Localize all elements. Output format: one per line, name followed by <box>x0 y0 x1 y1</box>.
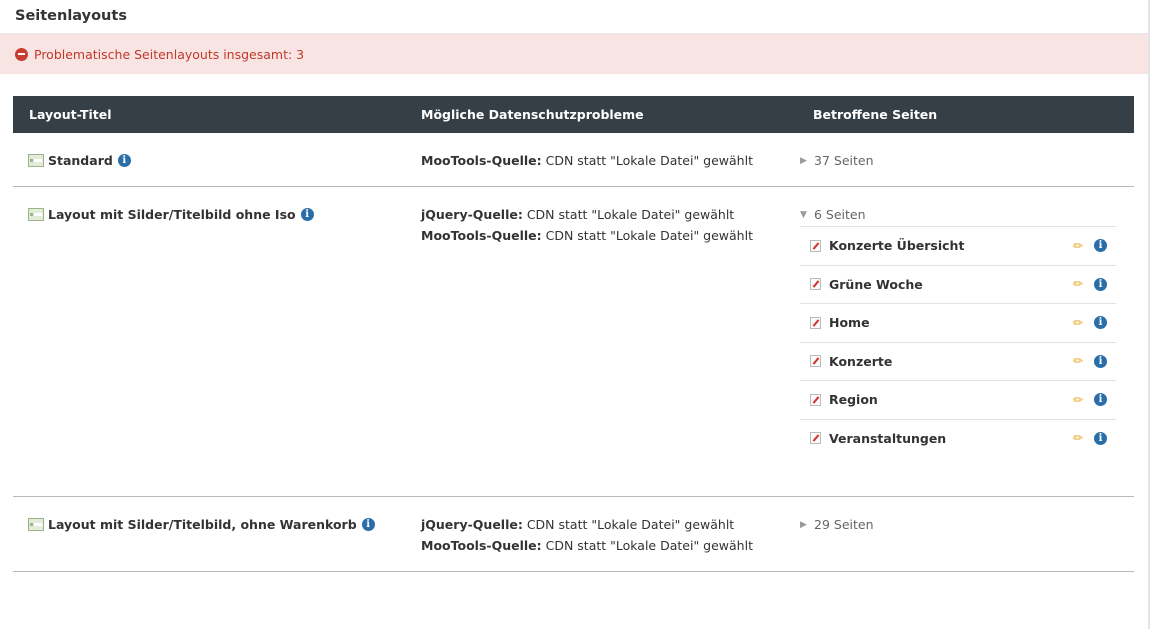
minus-circle-icon <box>15 47 28 61</box>
problem-detail: CDN statt "Lokale Datei" gewählt <box>545 538 753 553</box>
header-affected-pages: Betroffene Seiten <box>813 107 938 122</box>
page-icon <box>810 355 821 368</box>
problem-alert: Problematische Seitenlayouts insgesamt: … <box>0 34 1150 74</box>
problem-source: MooTools-Quelle: <box>421 538 542 553</box>
header-layout-title: Layout-Titel <box>29 107 112 122</box>
info-icon[interactable]: i <box>1094 316 1107 330</box>
table-row: Layout mit Silder/Titelbild, ohne Warenk… <box>13 497 1134 572</box>
page-name[interactable]: Konzerte Übersicht <box>829 238 1073 253</box>
pages-count: 6 Seiten <box>814 207 866 222</box>
affected-pages-list: Konzerte Übersicht ✏ i Grüne Woche ✏ i H… <box>800 226 1116 457</box>
info-icon[interactable]: i <box>361 518 375 531</box>
problem-line: MooTools-Quelle: CDN statt "Lokale Datei… <box>421 535 797 556</box>
pencil-icon[interactable]: ✏ <box>1073 277 1083 291</box>
problem-line: jQuery-Quelle: CDN statt "Lokale Datei" … <box>421 204 797 225</box>
page-name[interactable]: Veranstaltungen <box>829 431 1073 446</box>
alert-text: Problematische Seitenlayouts insgesamt: … <box>34 46 305 62</box>
table-header: Layout-Titel Mögliche Datenschutzproblem… <box>13 96 1134 133</box>
info-icon[interactable]: i <box>1094 239 1107 253</box>
layouts-table: Layout-Titel Mögliche Datenschutzproblem… <box>13 96 1134 572</box>
info-icon[interactable]: i <box>300 208 314 221</box>
layout-title[interactable]: Layout mit Silder/Titelbild, ohne Warenk… <box>28 517 405 532</box>
layout-icon <box>28 154 44 167</box>
info-icon[interactable]: i <box>1094 277 1107 291</box>
problem-source: MooTools-Quelle: <box>421 228 542 243</box>
pages-count: 37 Seiten <box>814 153 874 168</box>
layout-icon <box>28 208 44 221</box>
page-icon <box>810 393 821 406</box>
info-icon[interactable]: i <box>117 154 131 167</box>
page-icon <box>810 432 821 445</box>
pencil-icon[interactable]: ✏ <box>1073 316 1083 330</box>
panel-title-text: Seitenlayouts <box>15 8 127 24</box>
info-icon[interactable]: i <box>1094 431 1107 445</box>
pencil-icon[interactable]: ✏ <box>1073 354 1083 368</box>
list-item[interactable]: Home ✏ i <box>800 303 1116 342</box>
list-item[interactable]: Region ✏ i <box>800 380 1116 419</box>
page-name[interactable]: Home <box>829 315 1073 330</box>
caret-right-icon: ▶ <box>800 519 807 530</box>
pencil-icon[interactable]: ✏ <box>1073 393 1083 407</box>
layout-icon <box>28 518 44 531</box>
caret-right-icon: ▶ <box>800 155 807 166</box>
table-row: Standard i MooTools-Quelle: CDN statt "L… <box>13 133 1134 187</box>
layout-title[interactable]: Layout mit Silder/Titelbild ohne Iso i <box>28 207 405 222</box>
page-icon <box>810 316 821 329</box>
page-icon <box>810 239 821 252</box>
problem-line: MooTools-Quelle: CDN statt "Lokale Datei… <box>421 150 797 171</box>
layout-title[interactable]: Standard i <box>28 153 405 168</box>
info-icon[interactable]: i <box>1094 393 1107 407</box>
pages-toggle[interactable]: ▼ 6 Seiten <box>800 207 1134 222</box>
page-name[interactable]: Region <box>829 392 1073 407</box>
list-item[interactable]: Konzerte Übersicht ✏ i <box>800 226 1116 265</box>
page-name[interactable]: Konzerte <box>829 354 1073 369</box>
pencil-icon[interactable]: ✏ <box>1073 239 1083 253</box>
table-row: Layout mit Silder/Titelbild ohne Iso i j… <box>13 187 1134 497</box>
list-item[interactable]: Grüne Woche ✏ i <box>800 264 1116 304</box>
problem-line: jQuery-Quelle: CDN statt "Lokale Datei" … <box>421 514 797 535</box>
info-icon[interactable]: i <box>1094 354 1107 368</box>
problem-line: MooTools-Quelle: CDN statt "Lokale Datei… <box>421 225 797 246</box>
panel-title: Seitenlayouts <box>0 0 1150 34</box>
problem-detail: CDN statt "Lokale Datei" gewählt <box>545 153 753 168</box>
list-item[interactable]: Konzerte ✏ i <box>800 341 1116 381</box>
problem-source: MooTools-Quelle: <box>421 153 542 168</box>
list-item[interactable]: Veranstaltungen ✏ i <box>800 418 1116 458</box>
problem-source: jQuery-Quelle: <box>421 517 523 532</box>
layout-title-text: Standard <box>48 153 113 168</box>
page-icon <box>810 278 821 291</box>
problem-source: jQuery-Quelle: <box>421 207 523 222</box>
layout-title-text: Layout mit Silder/Titelbild ohne Iso <box>48 207 296 222</box>
problem-detail: CDN statt "Lokale Datei" gewählt <box>545 228 753 243</box>
pages-count: 29 Seiten <box>814 517 874 532</box>
pages-toggle[interactable]: ▶ 29 Seiten <box>800 517 1134 532</box>
header-privacy-problems: Mögliche Datenschutzprobleme <box>421 107 644 122</box>
pages-toggle[interactable]: ▶ 37 Seiten <box>800 153 1134 168</box>
problem-detail: CDN statt "Lokale Datei" gewählt <box>526 207 735 222</box>
pencil-icon[interactable]: ✏ <box>1073 431 1083 445</box>
caret-down-icon: ▼ <box>800 209 807 220</box>
page-name[interactable]: Grüne Woche <box>829 277 1073 292</box>
layout-title-text: Layout mit Silder/Titelbild, ohne Warenk… <box>48 517 357 532</box>
problem-detail: CDN statt "Lokale Datei" gewählt <box>526 517 735 532</box>
